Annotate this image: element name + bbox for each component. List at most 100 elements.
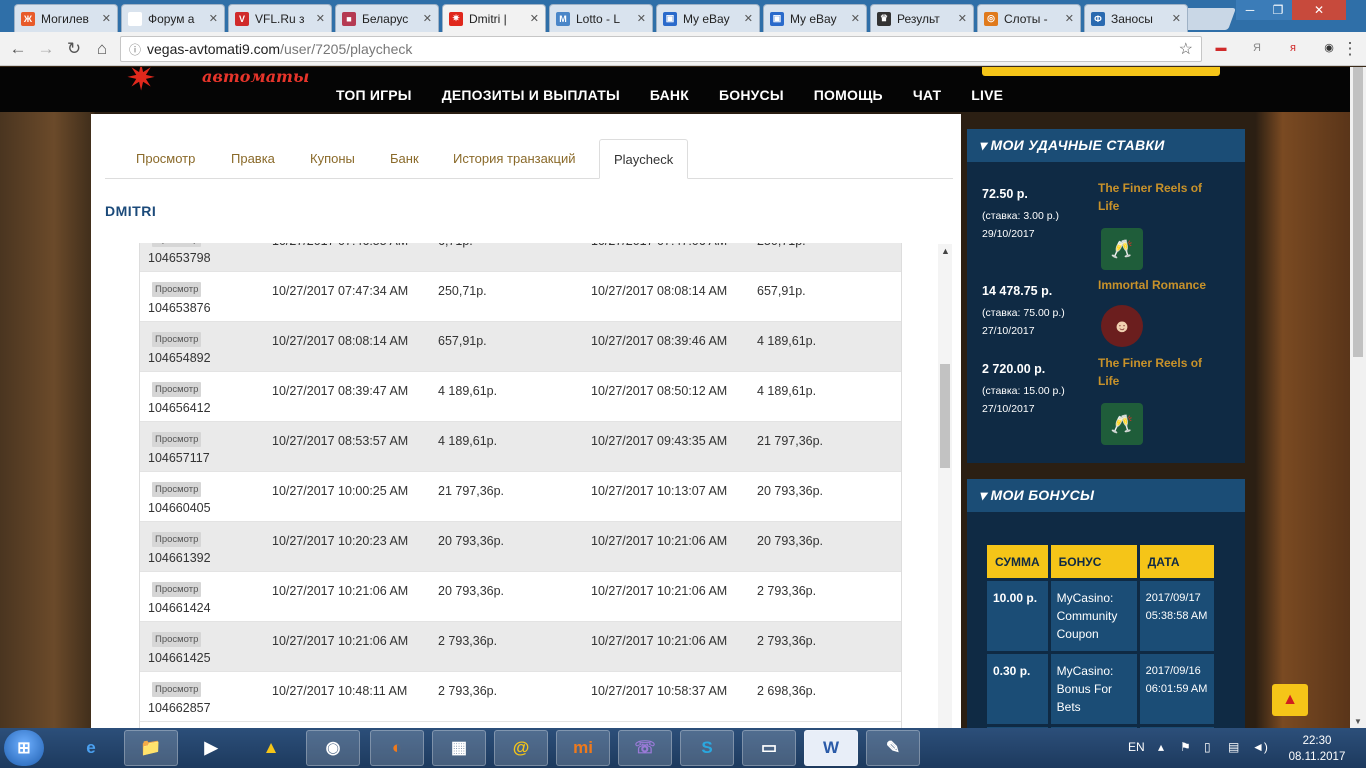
clock[interactable]: 22:30 08.11.2017 <box>1282 733 1352 765</box>
view-button[interactable]: Просмотр <box>152 632 202 647</box>
url-input[interactable]: ⓘ vegas-avtomati9.com/user/7205/playchec… <box>120 36 1202 62</box>
flag-icon[interactable]: ⚑ <box>1180 740 1191 754</box>
nav-item[interactable]: ЧАТ <box>913 87 941 103</box>
firefox-icon[interactable]: ◐ <box>370 730 424 766</box>
bookmark-star-icon[interactable]: ☆ <box>1179 39 1193 59</box>
account-tab[interactable]: Банк <box>390 139 419 179</box>
extension-icon[interactable]: ◉ <box>1320 40 1338 56</box>
nav-item[interactable]: ТОП ИГРЫ <box>336 87 412 103</box>
account-tab[interactable]: История транзакций <box>453 139 575 179</box>
account-tab[interactable]: Просмотр <box>136 139 195 179</box>
playcheck-table: Просмотр 104653798 10/27/2017 07:46:55 AM 6… <box>139 243 902 728</box>
paint-icon[interactable]: ✎ <box>866 730 920 766</box>
tab-close-icon[interactable]: ✕ <box>1065 12 1074 25</box>
table-scroll-thumb[interactable] <box>940 364 950 468</box>
browser-tab[interactable]: M Lotto - L ✕ <box>549 4 653 32</box>
header-yellow-button[interactable] <box>982 67 1220 76</box>
volume-icon[interactable]: ◄) <box>1252 740 1268 754</box>
table-scrollbar[interactable]: ▲ <box>938 244 952 728</box>
site-logo[interactable]: ✷ автоматы <box>118 67 309 99</box>
tab-close-icon[interactable]: ✕ <box>530 12 539 25</box>
menu-icon[interactable]: ⋮ <box>1340 39 1360 59</box>
browser-tab[interactable]: ▣ My eBay ✕ <box>763 4 867 32</box>
tab-close-icon[interactable]: ✕ <box>209 12 218 25</box>
tab-close-icon[interactable]: ✕ <box>1172 12 1181 25</box>
nav-item[interactable]: БОНУСЫ <box>719 87 784 103</box>
tab-close-icon[interactable]: ✕ <box>102 12 111 25</box>
nav-item[interactable]: БАНК <box>650 87 689 103</box>
tab-close-icon[interactable]: ✕ <box>958 12 967 25</box>
view-button[interactable]: Просмотр <box>152 482 202 497</box>
chrome-icon[interactable]: ◉ <box>306 730 360 766</box>
viber-icon[interactable]: ☏ <box>618 730 672 766</box>
home-icon[interactable]: ⌂ <box>92 39 112 59</box>
calculator-icon[interactable]: ▦ <box>432 730 486 766</box>
nav-item[interactable]: ДЕПОЗИТЫ И ВЫПЛАТЫ <box>442 87 620 103</box>
view-button[interactable]: Просмотр <box>152 432 202 447</box>
mi-icon[interactable]: mi <box>556 730 610 766</box>
extension-icon[interactable]: Я <box>1248 40 1266 56</box>
game-thumbnail-icon[interactable]: ☻ <box>1101 305 1143 347</box>
tab-close-icon[interactable]: ✕ <box>316 12 325 25</box>
end-balance: 2 793,36р. <box>757 584 817 598</box>
nav-item[interactable]: ПОМОЩЬ <box>814 87 883 103</box>
page-scroll-down-icon[interactable]: ▼ <box>1354 717 1362 726</box>
view-button[interactable]: Просмотр <box>152 332 202 347</box>
browser-tab[interactable]: ♛ Результ ✕ <box>870 4 974 32</box>
aimp-icon[interactable]: ▲ <box>244 730 298 766</box>
ie-icon[interactable]: e <box>64 730 118 766</box>
view-button[interactable]: Просмотр <box>152 582 202 597</box>
nav-item[interactable]: LIVE <box>971 87 1003 103</box>
minimize-button[interactable]: ─ <box>1236 0 1264 20</box>
start-button[interactable]: ⊞ <box>4 730 44 766</box>
view-button[interactable]: Просмотр <box>152 243 202 247</box>
browser-tab[interactable]: Форум а ✕ <box>121 4 225 32</box>
photo-viewer-icon[interactable]: ▭ <box>742 730 796 766</box>
account-tab[interactable]: Playcheck <box>599 139 689 179</box>
forward-icon[interactable]: → <box>36 39 56 59</box>
language-indicator[interactable]: EN <box>1128 740 1145 754</box>
view-button[interactable]: Просмотр <box>152 682 202 697</box>
account-tab[interactable]: Правка <box>231 139 275 179</box>
scroll-to-top-button[interactable]: ▲ <box>1272 684 1308 716</box>
network-icon[interactable]: ▤ <box>1228 740 1239 754</box>
back-icon[interactable]: ← <box>8 39 28 59</box>
browser-tab[interactable]: ✷ Dmitri | ✕ <box>442 4 546 32</box>
tab-close-icon[interactable]: ✕ <box>423 12 432 25</box>
reload-icon[interactable]: ↻ <box>64 39 84 59</box>
page-scroll-thumb[interactable] <box>1353 67 1363 357</box>
browser-tab[interactable]: V VFL.Ru з ✕ <box>228 4 332 32</box>
skype-icon[interactable]: S <box>680 730 734 766</box>
device-icon[interactable]: ▯ <box>1204 740 1211 754</box>
explorer-icon[interactable]: 📁 <box>124 730 178 766</box>
scroll-up-icon[interactable]: ▲ <box>941 246 950 256</box>
tab-close-icon[interactable]: ✕ <box>851 12 860 25</box>
bet-game-name[interactable]: Immortal Romance <box>1098 276 1218 294</box>
account-tab[interactable]: Купоны <box>310 139 355 179</box>
bet-game-name[interactable]: The Finer Reels of Life <box>1098 354 1218 390</box>
game-thumbnail-icon[interactable]: 🥂 <box>1101 228 1143 270</box>
browser-tab[interactable]: ◎ Слоты - ✕ <box>977 4 1081 32</box>
browser-tab[interactable]: ▣ My eBay ✕ <box>656 4 760 32</box>
tray-expand-icon[interactable]: ▴ <box>1158 740 1164 754</box>
word-icon[interactable]: W <box>804 730 858 766</box>
browser-tab[interactable]: Ж Могилев ✕ <box>14 4 118 32</box>
view-button[interactable]: Просмотр <box>152 532 202 547</box>
media-player-icon[interactable]: ▶ <box>184 730 238 766</box>
tab-close-icon[interactable]: ✕ <box>637 12 646 25</box>
game-thumbnail-icon[interactable]: 🥂 <box>1101 403 1143 445</box>
view-button[interactable]: Просмотр <box>152 382 202 397</box>
bet-game-name[interactable]: The Finer Reels of Life <box>1098 179 1218 215</box>
tab-close-icon[interactable]: ✕ <box>744 12 753 25</box>
view-button[interactable]: Просмотр <box>152 282 202 297</box>
info-icon[interactable]: ⓘ <box>129 41 141 58</box>
page-scrollbar[interactable]: ▲ ▼ <box>1350 67 1366 728</box>
mail-agent-icon[interactable]: @ <box>494 730 548 766</box>
close-window-button[interactable]: ✕ <box>1292 0 1346 20</box>
extension-icon[interactable]: ▬ <box>1212 40 1230 56</box>
extension-icon[interactable]: я <box>1284 40 1302 56</box>
browser-tab[interactable]: Ф Заносы ✕ <box>1084 4 1188 32</box>
maximize-button[interactable]: ❐ <box>1264 0 1292 20</box>
browser-tab[interactable]: ■ Беларус ✕ <box>335 4 439 32</box>
game-id: 104653876 <box>148 301 211 315</box>
